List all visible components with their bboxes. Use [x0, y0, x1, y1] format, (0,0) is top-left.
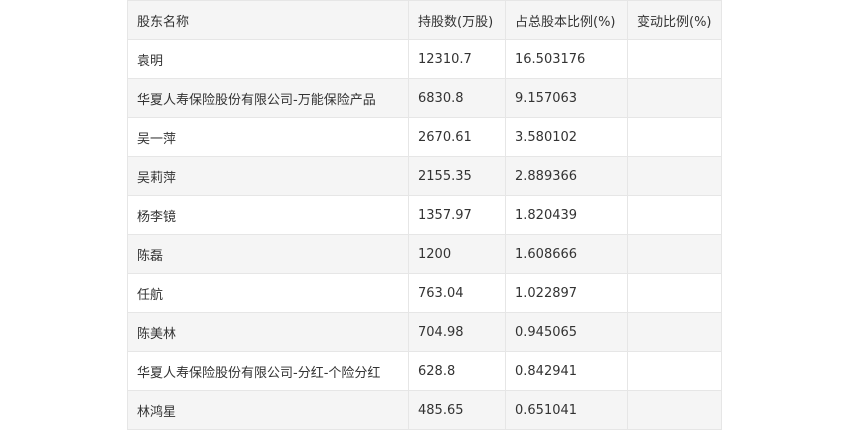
change-ratio-cell	[627, 39, 722, 79]
change-ratio-cell	[627, 312, 722, 352]
share-ratio-cell: 9.157063	[505, 78, 628, 118]
table-row: 袁明 12310.7 16.503176	[127, 39, 722, 79]
share-ratio-cell: 0.651041	[505, 390, 628, 430]
shareholder-name-cell: 吴一萍	[127, 117, 409, 157]
change-ratio-cell	[627, 117, 722, 157]
header-share-ratio: 占总股本比例(%)	[505, 0, 628, 40]
shares-held-cell: 2155.35	[408, 156, 506, 196]
shareholder-name-cell: 华夏人寿保险股份有限公司-分红-个险分红	[127, 351, 409, 391]
change-ratio-cell	[627, 234, 722, 274]
share-ratio-cell: 1.608666	[505, 234, 628, 274]
table-row: 华夏人寿保险股份有限公司-分红-个险分红 628.8 0.842941	[127, 351, 722, 391]
share-ratio-cell: 0.945065	[505, 312, 628, 352]
shares-held-cell: 763.04	[408, 273, 506, 313]
share-ratio-cell: 0.842941	[505, 351, 628, 391]
share-ratio-cell: 1.022897	[505, 273, 628, 313]
table-row: 陈磊 1200 1.608666	[127, 234, 722, 274]
header-row: 股东名称 持股数(万股) 占总股本比例(%) 变动比例(%)	[127, 0, 722, 40]
shares-held-cell: 628.8	[408, 351, 506, 391]
shareholder-name-cell: 杨李镜	[127, 195, 409, 235]
change-ratio-cell	[627, 156, 722, 196]
shareholder-name-cell: 吴莉萍	[127, 156, 409, 196]
change-ratio-cell	[627, 78, 722, 118]
shareholder-name-cell: 林鸿星	[127, 390, 409, 430]
shares-held-cell: 1200	[408, 234, 506, 274]
change-ratio-cell	[627, 390, 722, 430]
shareholder-name-cell: 陈磊	[127, 234, 409, 274]
shareholder-table: 股东名称 持股数(万股) 占总股本比例(%) 变动比例(%) 袁明 12310.7…	[127, 0, 722, 430]
shareholder-name-cell: 陈美林	[127, 312, 409, 352]
shareholder-name-cell: 华夏人寿保险股份有限公司-万能保险产品	[127, 78, 409, 118]
shares-held-cell: 1357.97	[408, 195, 506, 235]
table-body: 袁明 12310.7 16.503176 华夏人寿保险股份有限公司-万能保险产品 683…	[127, 39, 722, 430]
table-row: 吴莉萍 2155.35 2.889366	[127, 156, 722, 196]
table-row: 华夏人寿保险股份有限公司-万能保险产品 6830.8 9.157063	[127, 78, 722, 118]
shareholder-name-cell: 任航	[127, 273, 409, 313]
table-row: 吴一萍 2670.61 3.580102	[127, 117, 722, 157]
shareholder-table-container: 股东名称 持股数(万股) 占总股本比例(%) 变动比例(%) 袁明 12310.7…	[127, 0, 722, 430]
header-change-ratio: 变动比例(%)	[627, 0, 722, 40]
header-shareholder-name: 股东名称	[127, 0, 409, 40]
shares-held-cell: 704.98	[408, 312, 506, 352]
change-ratio-cell	[627, 351, 722, 391]
header-shares-held: 持股数(万股)	[408, 0, 506, 40]
table-row: 陈美林 704.98 0.945065	[127, 312, 722, 352]
table-row: 林鸿星 485.65 0.651041	[127, 390, 722, 430]
share-ratio-cell: 2.889366	[505, 156, 628, 196]
shares-held-cell: 485.65	[408, 390, 506, 430]
table-row: 任航 763.04 1.022897	[127, 273, 722, 313]
shares-held-cell: 2670.61	[408, 117, 506, 157]
change-ratio-cell	[627, 273, 722, 313]
share-ratio-cell: 3.580102	[505, 117, 628, 157]
table-header: 股东名称 持股数(万股) 占总股本比例(%) 变动比例(%)	[127, 0, 722, 40]
table-row: 杨李镜 1357.97 1.820439	[127, 195, 722, 235]
shareholder-name-cell: 袁明	[127, 39, 409, 79]
change-ratio-cell	[627, 195, 722, 235]
shares-held-cell: 12310.7	[408, 39, 506, 79]
share-ratio-cell: 1.820439	[505, 195, 628, 235]
shares-held-cell: 6830.8	[408, 78, 506, 118]
share-ratio-cell: 16.503176	[505, 39, 628, 79]
